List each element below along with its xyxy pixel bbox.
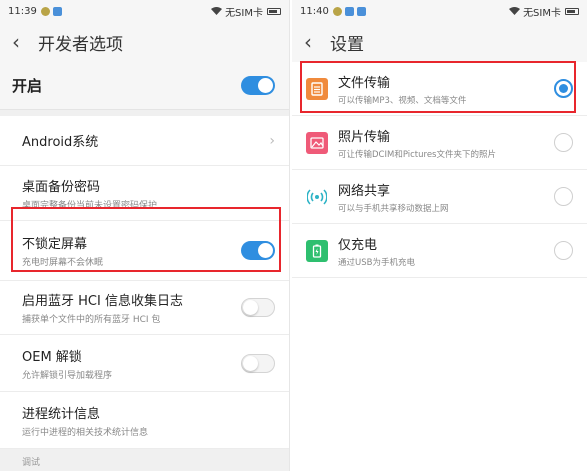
radio-charge-only[interactable] bbox=[554, 241, 573, 260]
option-subtitle: 可以与手机共享移动数据上网 bbox=[338, 203, 449, 214]
developer-options-screen: 11:39 无SIM卡 ‹ 开发者选项 开启 Android系统 › 桌面备份密… bbox=[0, 0, 290, 471]
setting-row-android-system[interactable]: Android系统 › bbox=[0, 116, 289, 166]
page-title: 设置 bbox=[330, 34, 364, 55]
usb-option-photo-transfer[interactable]: 照片传输 可让传输DCIM和Pictures文件夹下的照片 bbox=[292, 116, 587, 170]
option-title: 照片传输 bbox=[338, 129, 391, 145]
option-title: 网络共享 bbox=[338, 183, 391, 199]
usb-option-file-transfer[interactable]: 文件传输 可以传输MP3、视频、文档等文件 bbox=[292, 62, 587, 116]
back-arrow-icon[interactable]: ‹ bbox=[304, 32, 330, 52]
notification-icon bbox=[332, 6, 342, 16]
notification-icon bbox=[40, 6, 50, 16]
usb-option-network-share[interactable]: 网络共享 可以与手机共享移动数据上网 bbox=[292, 170, 587, 224]
sim-status: 无SIM卡 bbox=[523, 7, 561, 19]
row-subtitle: 桌面完整备份当前未设置密码保护 bbox=[22, 200, 158, 211]
title-bar: ‹ 设置 bbox=[292, 22, 587, 62]
status-time: 11:40 bbox=[300, 5, 329, 17]
master-toggle[interactable] bbox=[241, 76, 275, 95]
setting-row-process-stats[interactable]: 进程统计信息 运行中进程的相关技术统计信息 bbox=[0, 392, 289, 449]
row-subtitle: 允许解锁引导加载程序 bbox=[22, 370, 113, 381]
setting-row-desktop-backup-password[interactable]: 桌面备份密码 桌面完整备份当前未设置密码保护 bbox=[0, 166, 289, 221]
option-subtitle: 可让传输DCIM和Pictures文件夹下的照片 bbox=[338, 149, 496, 160]
wifi-icon bbox=[211, 7, 223, 15]
bluetooth-hci-log-toggle[interactable] bbox=[241, 298, 275, 317]
wifi-icon bbox=[509, 7, 521, 15]
row-title: OEM 解锁 bbox=[22, 349, 82, 365]
option-title: 仅充电 bbox=[338, 237, 378, 253]
back-arrow-icon[interactable]: ‹ bbox=[12, 32, 38, 52]
row-title: 启用蓝牙 HCI 信息收集日志 bbox=[22, 294, 183, 309]
page-title: 开发者选项 bbox=[38, 34, 123, 55]
row-title: Android系统 bbox=[22, 135, 99, 150]
setting-row-stay-awake[interactable]: 不锁定屏幕 充电时屏幕不会休眠 bbox=[0, 221, 289, 281]
option-subtitle: 可以传输MP3、视频、文档等文件 bbox=[338, 95, 467, 106]
network-share-icon bbox=[306, 186, 328, 208]
battery-icon bbox=[267, 7, 281, 15]
row-title: 进程统计信息 bbox=[22, 406, 101, 422]
row-title: 不锁定屏幕 bbox=[22, 237, 88, 252]
master-toggle-label: 开启 bbox=[12, 77, 43, 95]
setting-row-oem-unlock[interactable]: OEM 解锁 允许解锁引导加载程序 bbox=[0, 335, 289, 392]
option-subtitle: 通过USB为手机充电 bbox=[338, 257, 415, 268]
option-title: 文件传输 bbox=[338, 75, 391, 91]
file-transfer-icon bbox=[306, 77, 328, 100]
app-notification-icon bbox=[344, 6, 354, 16]
radio-file-transfer[interactable] bbox=[554, 79, 573, 98]
row-title: 桌面备份密码 bbox=[22, 179, 101, 195]
usb-option-charge-only[interactable]: 仅充电 通过USB为手机充电 bbox=[292, 224, 587, 278]
setting-row-bluetooth-hci-log[interactable]: 启用蓝牙 HCI 信息收集日志 捕获单个文件中的所有蓝牙 HCI 包 bbox=[0, 281, 289, 335]
chevron-right-icon: › bbox=[269, 132, 275, 149]
charge-only-icon bbox=[306, 239, 328, 262]
usb-notification-icon bbox=[356, 6, 366, 16]
status-time: 11:39 bbox=[8, 5, 37, 17]
radio-network-share[interactable] bbox=[554, 187, 573, 206]
photo-transfer-icon bbox=[306, 131, 328, 154]
developer-options-master-row: 开启 bbox=[0, 62, 289, 110]
title-bar: ‹ 开发者选项 bbox=[0, 22, 289, 62]
usb-mode-screen: 11:40 无SIM卡 ‹ 设置 文件传输 可以传输MP3、视频、文档等文件 照… bbox=[292, 0, 587, 471]
row-subtitle: 捕获单个文件中的所有蓝牙 HCI 包 bbox=[22, 315, 161, 325]
sim-status: 无SIM卡 bbox=[225, 7, 263, 19]
radio-photo-transfer[interactable] bbox=[554, 133, 573, 152]
row-subtitle: 充电时屏幕不会休眠 bbox=[22, 258, 104, 268]
battery-icon bbox=[565, 7, 579, 15]
status-bar: 11:40 无SIM卡 bbox=[292, 0, 587, 22]
oem-unlock-toggle[interactable] bbox=[241, 353, 275, 373]
row-subtitle: 运行中进程的相关技术统计信息 bbox=[22, 427, 149, 438]
app-notification-icon bbox=[52, 6, 62, 16]
status-bar: 11:39 无SIM卡 bbox=[0, 0, 289, 22]
section-header-debug: 调试 bbox=[0, 449, 289, 471]
stay-awake-toggle[interactable] bbox=[241, 241, 275, 260]
